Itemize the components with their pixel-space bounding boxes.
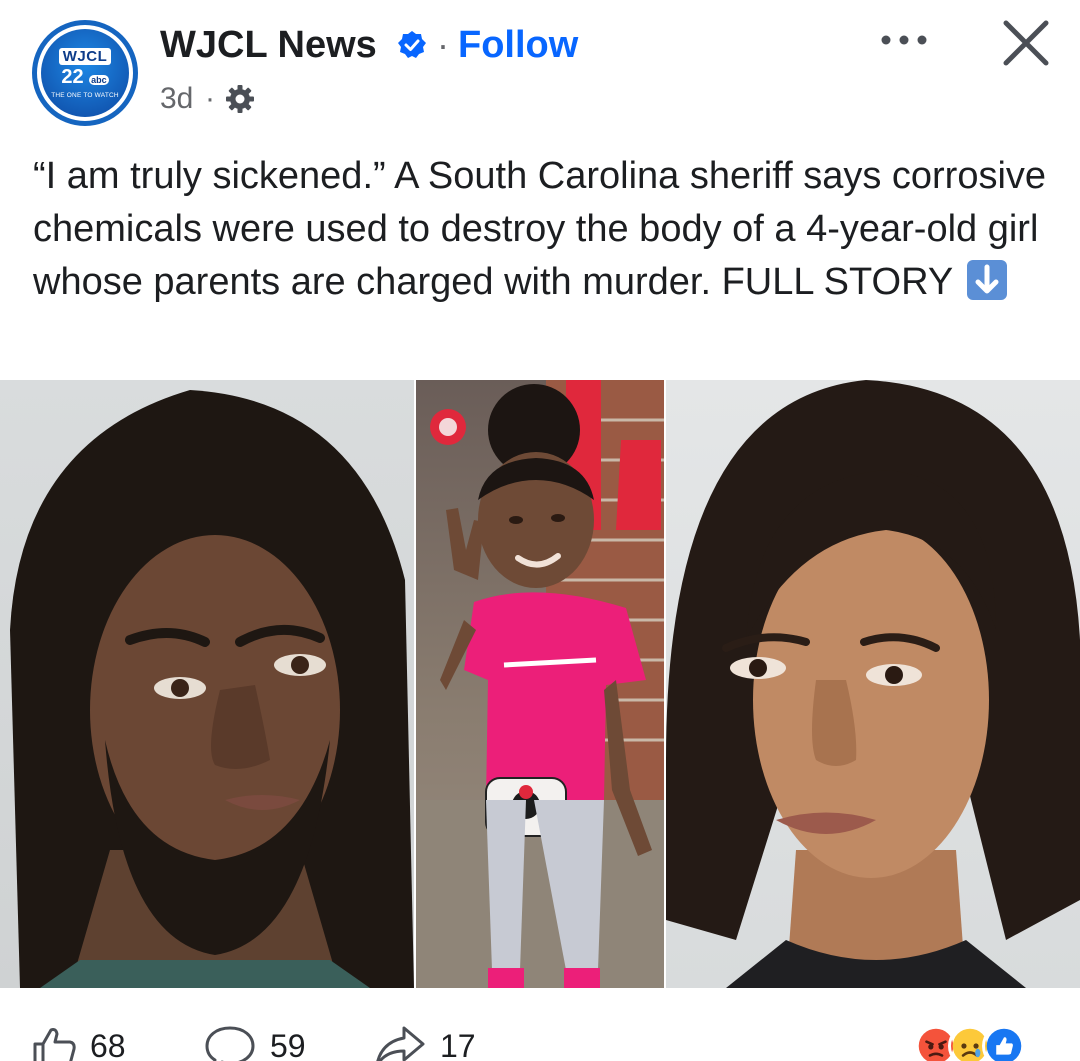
logo-channel: 22 abc [61,65,109,88]
child-photo[interactable] [416,380,664,988]
reaction-summary[interactable] [914,1024,1054,1061]
logo-tagline: THE ONE TO WATCH [51,91,119,99]
comment-count: 59 [270,1027,306,1061]
caption-text: “I am truly sickened.” A South Carolina … [33,155,1047,303]
comment-button[interactable]: 59 [204,1026,306,1061]
like-reaction-icon [982,1024,1026,1061]
like-button[interactable]: 68 [32,1026,126,1061]
page-avatar[interactable]: WJCL 22 abc THE ONE TO WATCH [32,20,138,126]
like-count: 68 [90,1027,126,1061]
header-separator: · [437,24,449,65]
reaction-bar: 68 59 17 [0,1000,1080,1061]
close-icon[interactable] [1000,18,1052,68]
gear-icon [226,85,254,113]
page-name[interactable]: WJCL News [160,24,377,67]
timestamp-separator: · [205,82,215,115]
comment-icon [205,1026,255,1061]
share-icon [376,1026,425,1061]
share-button[interactable]: 17 [374,1026,476,1061]
more-options-icon[interactable] [878,24,930,54]
suspect-photo-man[interactable] [0,380,414,988]
logo-wordmark: WJCL [58,47,112,65]
verified-badge-icon [398,31,426,58]
post-header: WJCL 22 abc THE ONE TO WATCH WJCL News ·… [0,0,1080,140]
suspect-photo-woman[interactable] [666,380,1080,988]
post-timestamp[interactable]: 3d [160,82,193,116]
wjcl-logo: WJCL 22 abc THE ONE TO WATCH [41,29,129,117]
down-arrow-emoji [967,260,1008,300]
thumbs-up-icon [33,1028,76,1061]
post-caption: “I am truly sickened.” A South Carolina … [33,150,1053,309]
share-count: 17 [440,1027,476,1061]
follow-button[interactable]: Follow [458,24,578,67]
